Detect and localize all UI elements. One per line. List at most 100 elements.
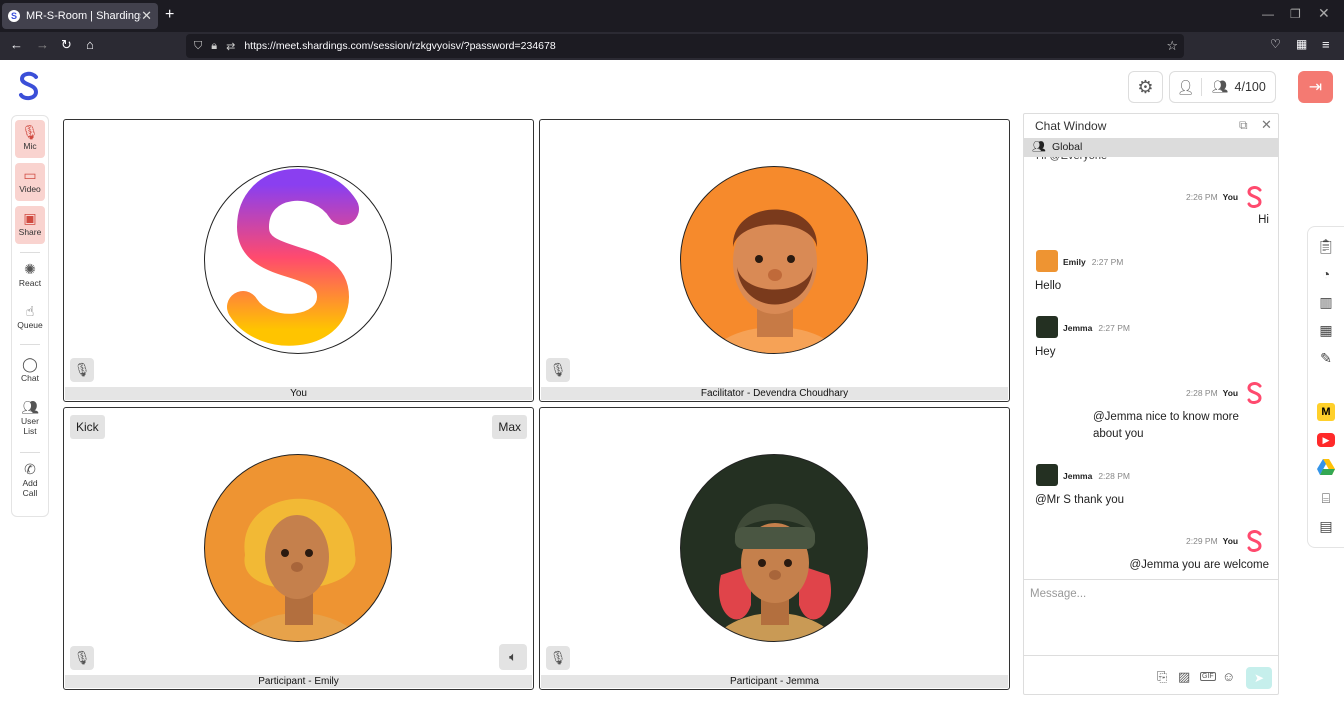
- shardings-logo: [19, 71, 39, 101]
- settings-button[interactable]: ⚙: [1128, 71, 1163, 103]
- message-input[interactable]: Message...: [1024, 579, 1278, 655]
- reload-icon[interactable]: ↻: [61, 37, 72, 53]
- message-text-line: about you: [1093, 428, 1144, 440]
- whiteboard-icon[interactable]: ⌸: [1317, 489, 1335, 507]
- add-user-icon[interactable]: 👤︎: [1170, 78, 1202, 96]
- gif-icon[interactable]: GIF: [1200, 672, 1216, 681]
- user-list-label-1: User: [21, 416, 39, 426]
- participants-button[interactable]: 👤︎ 👥︎ 4/100: [1169, 71, 1276, 103]
- beanie-woman-avatar-icon: [712, 503, 838, 641]
- clipboard-icon[interactable]: 📋︎: [1317, 237, 1335, 255]
- back-icon[interactable]: ←: [10, 37, 23, 52]
- message-meta: 2:28 PM You: [1186, 388, 1238, 398]
- close-chat-icon[interactable]: ✕: [1261, 117, 1272, 133]
- avatar-jemma: [680, 454, 868, 642]
- speaker-button[interactable]: 🔈︎: [499, 644, 527, 670]
- raise-hand-icon: ☝: [25, 303, 35, 319]
- you-avatar-logo: [1247, 186, 1262, 208]
- google-drive-icon[interactable]: [1317, 459, 1335, 477]
- bookmark-star-icon[interactable]: ☆: [1166, 38, 1178, 54]
- right-toolbar: 📋︎ ◔ ▥ ▦ ✎ M ▶ ⌸ ▤: [1307, 226, 1344, 548]
- close-window-icon[interactable]: ✕: [1318, 5, 1330, 22]
- notes-icon[interactable]: ▤: [1317, 517, 1335, 535]
- video-tile-emily[interactable]: Kick Max 🎙︎ 🔈︎ Participant - Emily: [63, 407, 534, 690]
- chat-channel-global[interactable]: 👥︎ Global: [1024, 138, 1278, 157]
- max-button[interactable]: Max: [492, 415, 527, 439]
- tile-label: Facilitator - Devendra Choudhary: [541, 387, 1008, 400]
- left-toolbar: 🎙︎ Mic ▭ Video ▣ Share ✺ React ☝ Queue ◯…: [11, 115, 49, 517]
- tile-label: Participant - Emily: [65, 675, 532, 688]
- leave-session-button[interactable]: ⇥: [1298, 71, 1333, 103]
- grid-icon[interactable]: ▦: [1317, 321, 1335, 339]
- pocket-icon[interactable]: ♡: [1270, 37, 1281, 51]
- tile-label: You: [65, 387, 532, 400]
- close-tab-icon[interactable]: ✕: [141, 8, 152, 24]
- permissions-icon[interactable]: ⇄: [226, 40, 235, 53]
- channel-label: Global: [1051, 141, 1083, 153]
- image-icon[interactable]: ▨: [1178, 669, 1190, 685]
- message-placeholder: Message...: [1030, 588, 1087, 600]
- user-list-button[interactable]: 👥︎ User List: [15, 398, 45, 436]
- menu-icon[interactable]: ≡: [1322, 37, 1330, 52]
- share-button[interactable]: ▣ Share: [15, 206, 45, 244]
- youtube-icon[interactable]: ▶: [1317, 433, 1335, 447]
- muted-mic-icon: 🎙︎: [546, 646, 570, 670]
- speaker-icon: 🔈︎: [509, 649, 517, 664]
- home-icon[interactable]: ⌂: [86, 37, 94, 52]
- message-text: @Jemma you are welcome: [1129, 559, 1270, 571]
- chat-window: Chat Window ⧉ ✕ 👥︎Global Hi @Everyone 2:…: [1023, 113, 1279, 695]
- muted-mic-icon: 🎙︎: [70, 646, 94, 670]
- party-popper-icon: ✺: [24, 261, 36, 277]
- jemma-avatar: [1036, 316, 1058, 338]
- video-tile-facilitator[interactable]: 🎙︎ Facilitator - Devendra Choudhary: [539, 119, 1010, 402]
- tab-title: MR-S-Room | Shardings: [26, 10, 142, 22]
- attach-icon[interactable]: ⎘: [1157, 669, 1167, 685]
- message-meta: Emily 2:27 PM: [1063, 257, 1123, 267]
- kick-button[interactable]: Kick: [70, 415, 105, 439]
- gear-icon: ⚙: [1137, 76, 1154, 97]
- muted-mic-icon: 🎙︎: [70, 358, 94, 382]
- queue-button[interactable]: ☝ Queue: [15, 302, 45, 330]
- queue-label: Queue: [17, 320, 43, 330]
- exit-icon: ⇥: [1308, 79, 1323, 96]
- chat-title: Chat Window: [1035, 119, 1107, 133]
- browser-tab[interactable]: S MR-S-Room | Shardings ✕: [2, 3, 158, 29]
- new-tab-icon[interactable]: +: [165, 6, 174, 24]
- pencil-icon[interactable]: ✎: [1317, 349, 1335, 367]
- react-button[interactable]: ✺ React: [15, 260, 45, 288]
- popout-icon[interactable]: ⧉: [1239, 118, 1248, 133]
- chat-toolbar: ⎘ ▨ GIF ☺ ➤: [1024, 655, 1278, 694]
- lock-icon[interactable]: 🔒︎: [211, 40, 217, 53]
- share-label: Share: [18, 227, 42, 237]
- forward-icon[interactable]: →: [36, 37, 49, 52]
- video-tile-you[interactable]: 🎙︎ You: [63, 119, 534, 402]
- send-button[interactable]: ➤: [1246, 667, 1272, 689]
- you-avatar-logo: [1247, 382, 1262, 404]
- browser-tab-bar: S MR-S-Room | Shardings ✕ + — ❐ ✕: [0, 0, 1344, 32]
- mic-off-icon: 🎙︎: [21, 124, 39, 140]
- emoji-icon[interactable]: ☺: [1222, 669, 1235, 684]
- restore-icon[interactable]: ❐: [1290, 7, 1301, 21]
- chat-bubble-icon: ◯: [22, 356, 38, 372]
- chat-button[interactable]: ◯ Chat: [15, 355, 45, 383]
- message-meta: 2:26 PM You: [1186, 192, 1238, 202]
- extensions-icon[interactable]: ▦: [1296, 37, 1307, 51]
- share-screen-icon: ▣: [23, 210, 37, 226]
- chat-label: Chat: [21, 373, 39, 383]
- video-tile-jemma[interactable]: 🎙︎ Participant - Jemma: [539, 407, 1010, 690]
- curly-hair-woman-avatar-icon: [236, 498, 362, 641]
- bar-chart-icon[interactable]: ▥: [1317, 293, 1335, 311]
- shield-icon[interactable]: ⛉: [194, 40, 202, 53]
- avatar-you: [204, 166, 392, 354]
- timer-icon[interactable]: ◔: [1317, 265, 1335, 283]
- video-button[interactable]: ▭ Video: [15, 163, 45, 201]
- add-call-button[interactable]: ✆ Add Call: [15, 460, 45, 498]
- mic-button[interactable]: 🎙︎ Mic: [15, 120, 45, 158]
- send-icon: ➤: [1253, 671, 1265, 685]
- message-time: 2:27 PM: [1098, 323, 1130, 333]
- url-bar[interactable]: ⛉ 🔒︎ ⇄ https://meet.shardings.com/sessio…: [186, 34, 1184, 58]
- jemma-avatar: [1036, 464, 1058, 486]
- message-sender: You: [1222, 388, 1239, 398]
- miro-icon[interactable]: M: [1317, 403, 1335, 421]
- minimize-icon[interactable]: —: [1262, 7, 1274, 21]
